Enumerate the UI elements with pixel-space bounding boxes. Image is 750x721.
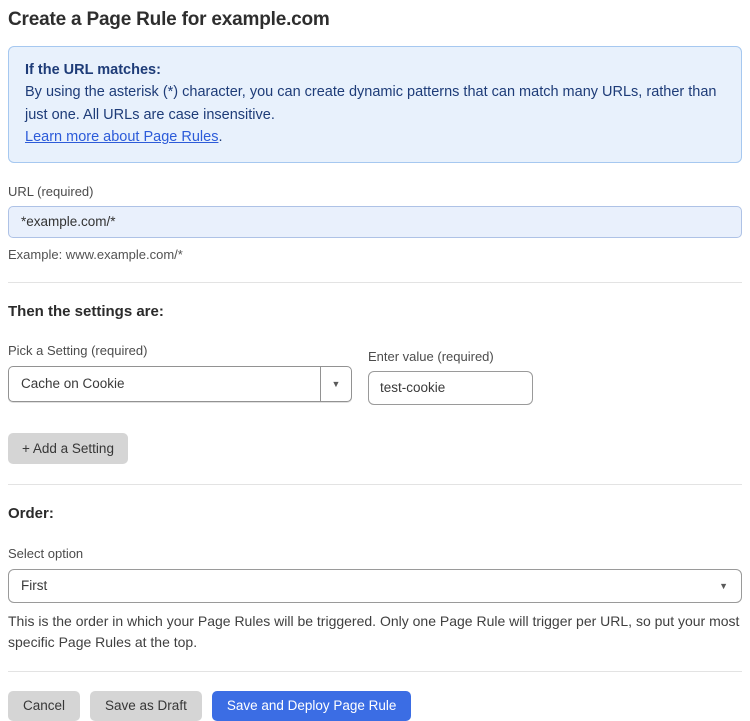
order-select-label: Select option xyxy=(8,545,84,561)
page-rule-form: Create a Page Rule for example.com If th… xyxy=(0,0,750,721)
divider xyxy=(8,670,742,672)
cancel-button[interactable]: Cancel xyxy=(8,690,81,721)
value-input-label: Enter value (required) xyxy=(368,348,494,364)
link-suffix: . xyxy=(218,129,223,146)
info-box-body: By using the asterisk (*) character, you… xyxy=(25,84,717,123)
setting-select-column: Pick a Setting (required) Cache on Cooki… xyxy=(8,343,352,405)
settings-section-heading: Then the settings are: xyxy=(8,302,164,320)
info-box-heading: If the URL matches: xyxy=(25,62,161,78)
divider xyxy=(8,483,742,485)
page-title: Create a Page Rule for example.com xyxy=(8,9,330,30)
chevron-down-icon: ▼ xyxy=(719,580,728,591)
order-select[interactable]: First ▼ xyxy=(8,568,742,603)
url-input[interactable] xyxy=(8,205,742,238)
save-as-draft-button[interactable]: Save as Draft xyxy=(90,690,202,721)
setting-select[interactable]: Cache on Cookie ▼ xyxy=(8,365,352,402)
setting-select-label: Pick a Setting (required) xyxy=(8,342,148,358)
order-helper-text: This is the order in which your Page Rul… xyxy=(8,612,740,650)
order-select-value: First xyxy=(21,578,48,594)
divider xyxy=(8,281,742,283)
setting-select-arrow-button[interactable]: ▼ xyxy=(320,366,351,401)
info-box-link-line: Learn more about Page Rules. xyxy=(25,126,725,148)
url-example-helper: Example: www.example.com/* xyxy=(8,246,183,262)
setting-select-value: Cache on Cookie xyxy=(21,376,125,392)
url-field-label: URL (required) xyxy=(8,183,94,199)
setting-value-input[interactable] xyxy=(368,370,533,405)
footer-actions: Cancel Save as Draft Save and Deploy Pag… xyxy=(8,690,742,721)
url-match-info-box: If the URL matches: By using the asteris… xyxy=(8,46,742,163)
add-setting-button[interactable]: + Add a Setting xyxy=(8,432,128,464)
learn-more-link[interactable]: Learn more about Page Rules xyxy=(25,129,218,145)
settings-row: Pick a Setting (required) Cache on Cooki… xyxy=(8,343,742,405)
save-and-deploy-button[interactable]: Save and Deploy Page Rule xyxy=(211,690,412,721)
setting-value-column: Enter value (required) xyxy=(368,349,533,405)
order-section-heading: Order: xyxy=(8,504,54,522)
chevron-down-icon: ▼ xyxy=(331,378,341,389)
